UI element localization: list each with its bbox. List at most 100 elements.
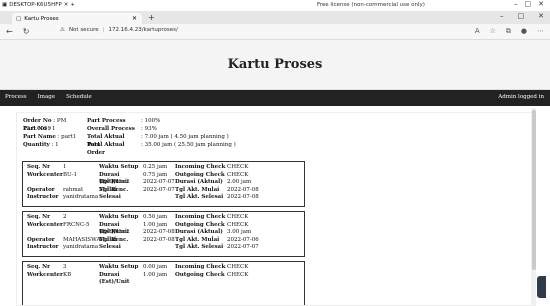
value-seq: 2	[63, 214, 67, 220]
page-title: Kartu Proses	[227, 57, 323, 72]
label-quantity: Quantity	[23, 142, 50, 148]
label-incoming: Incoming Check	[175, 214, 226, 220]
address-bar: ← ↻ ⚠ Not secure | 172.16.4.23/kartuprose…	[0, 24, 550, 40]
label-incoming: Incoming Check	[175, 164, 226, 170]
content-panel: Order No : PM 22.0.0059 Part Process: 100…	[16, 112, 536, 306]
label-tgl-renc-selesai: Tgl Renc. Selesai	[99, 186, 129, 201]
label-tgl-renc-selesai: Tgl Renc. Selesai	[99, 236, 129, 251]
scrollbar-thumb[interactable]	[531, 110, 536, 270]
value-incoming: CHECK	[227, 264, 249, 270]
value-waktu-setup: 0.25 jam	[143, 164, 168, 170]
label-waktu-setup: Waktu Setup	[99, 164, 139, 170]
value-tgl-renc-selesai: 2022-07-08	[143, 236, 175, 243]
top-menu: Process Image Schedule Admin logged in	[0, 90, 550, 106]
value-tgl-akt-mulai: 2022-07-06	[227, 236, 259, 243]
value-workcenter: FRCNC-5	[63, 221, 90, 228]
close-icon[interactable]: ✕	[64, 2, 69, 8]
menu-image[interactable]: Image	[38, 94, 55, 100]
window-close-icon[interactable]: ✕	[538, 0, 544, 8]
label-durasi-est: Durasi (Est)/Unit	[99, 171, 130, 186]
value-durasi-est: 0.75 jam	[143, 171, 168, 178]
maximize-icon[interactable]: □	[518, 12, 525, 20]
minimize-icon[interactable]: –	[514, 0, 518, 8]
process-card: Seq. Nr 3 Waktu Setup 0.00 jam Incoming Chec…	[22, 261, 305, 305]
value-waktu-setup: 0.50 jam	[143, 214, 168, 220]
value-tgl-renc-selesai: 2022-07-07	[143, 186, 175, 193]
rd-license: Free license (non-commercial use only)	[317, 2, 425, 8]
value-tgl-renc-mulai: 2022-07-07	[143, 179, 175, 185]
label-part-no: Part No	[23, 126, 47, 132]
tab-kartu-proses[interactable]: ▢ Kartu Proses ✕	[12, 13, 142, 24]
profile-icon[interactable]: ●	[521, 27, 527, 36]
value-outgoing: CHECK	[227, 271, 249, 278]
value-durasi-est: 1.00 jam	[143, 271, 168, 278]
label-tgl-akt-selesai: Tgl Akt. Selesai	[175, 194, 224, 200]
value-instructor: yanidratama	[63, 244, 99, 250]
value-part-process: : 100%	[141, 118, 161, 124]
favorite-icon[interactable]: ☆	[490, 27, 496, 36]
label-incoming: Incoming Check	[175, 264, 226, 270]
security-status[interactable]: Not secure	[69, 27, 99, 33]
collections-icon[interactable]: ⧉	[506, 27, 511, 36]
read-aloud-icon[interactable]: A	[475, 27, 480, 36]
label-waktu-setup: Waktu Setup	[99, 214, 139, 220]
reload-icon[interactable]: ↻	[23, 27, 30, 36]
label-instructor: Instructor	[27, 194, 59, 200]
label-durasi-est: Durasi (Est)/Unit	[99, 271, 130, 286]
label-seq: Seq. Nr	[27, 214, 51, 220]
value-incoming: CHECK	[227, 214, 249, 220]
label-durasi-est: Durasi (Est)/Unit	[99, 221, 130, 236]
back-icon[interactable]: ←	[6, 27, 13, 36]
more-icon[interactable]: ⋯	[537, 27, 544, 36]
admin-status: Admin logged in	[498, 94, 544, 100]
value-workcenter: BU-1	[63, 171, 77, 178]
minimize-icon[interactable]: –	[500, 12, 504, 20]
page-scrollbar[interactable]	[531, 108, 536, 306]
value-waktu-setup: 0.00 jam	[143, 264, 168, 270]
page-header: Kartu Proses	[0, 40, 550, 90]
add-icon[interactable]: +	[70, 2, 75, 8]
new-tab-icon[interactable]: +	[148, 13, 155, 22]
value-seq: 1	[63, 164, 67, 170]
page-icon: ▢	[16, 15, 22, 22]
value-operator: MAHASISWA	[63, 236, 101, 243]
label-outgoing: Outgoing Check	[175, 221, 225, 228]
remote-desktop-bar: ▣ DESKTOP-K6U5HFP ✕ + Free license (non-com…	[0, 0, 550, 11]
label-durasi-aktual: Durasi (Aktual)	[175, 229, 223, 235]
menu-process[interactable]: Process	[5, 94, 27, 100]
value-outgoing: CHECK	[227, 221, 249, 228]
label-part-name: Part Name	[23, 134, 56, 140]
label-order-no: Order No	[23, 118, 52, 124]
warning-icon: ⚠	[60, 27, 65, 33]
value-total-aktual-part: : 7.00 jam ( 4.50 jam planning )	[141, 134, 229, 140]
label-overall-process: Overall Process	[87, 126, 135, 132]
label-waktu-setup: Waktu Setup	[99, 264, 139, 270]
label-workcenter: Workcenter	[27, 271, 63, 278]
value-tgl-akt-selesai: 2022-07-07	[227, 244, 259, 250]
value-operator: rahmat	[63, 186, 84, 193]
tab-close-icon[interactable]: ✕	[132, 15, 137, 22]
menu-schedule[interactable]: Schedule	[66, 94, 92, 100]
side-panel-tab[interactable]	[537, 276, 546, 298]
monitor-icon: ▣	[2, 2, 8, 8]
value-durasi-aktual: 2.00 jam	[227, 179, 252, 185]
label-outgoing: Outgoing Check	[175, 271, 225, 278]
value-tgl-renc-mulai: 2022-07-08	[143, 229, 175, 235]
label-workcenter: Workcenter	[27, 171, 63, 178]
label-tgl-renc-mulai: Tgl Renc. Mulai	[99, 179, 129, 193]
value-quantity: : 1	[51, 142, 59, 148]
window-close-icon[interactable]: ✕	[538, 12, 544, 20]
value-part-name: : part1	[57, 134, 77, 140]
label-operator: Operator	[27, 186, 55, 193]
value-total-aktual-order: : 35.00 jam ( 25.50 jam planning )	[141, 142, 236, 148]
value-durasi-aktual: 3.00 jam	[227, 229, 252, 235]
process-card: Seq. Nr 1 Waktu Setup 0.25 jam Incoming Chec…	[22, 161, 305, 207]
label-seq: Seq. Nr	[27, 264, 51, 270]
tab-title: Kartu Proses	[24, 15, 59, 22]
url-text[interactable]: 172.16.4.23/kartuproses/	[108, 27, 177, 33]
maximize-icon[interactable]: □	[525, 0, 532, 8]
value-durasi-est: 1.00 jam	[143, 221, 168, 228]
label-tgl-akt-selesai: Tgl Akt. Selesai	[175, 244, 224, 250]
rd-host: DESKTOP-K6U5HFP	[9, 2, 62, 8]
value-tgl-akt-selesai: 2022-07-08	[227, 194, 259, 200]
